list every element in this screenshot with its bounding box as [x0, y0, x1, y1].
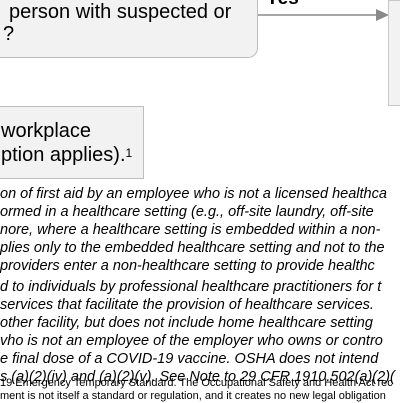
footnote-line: services that facilitate the provision o… — [0, 297, 374, 313]
flowchart-next-box — [388, 0, 400, 106]
footnote-line: plies only to the embedded healthcare se… — [0, 240, 385, 256]
footnote-line: ormed in a healthcare setting (e.g., off… — [0, 204, 374, 220]
result-text-line-2: ption applies).1 — [1, 144, 132, 166]
footnote-line: providers enter a non-healthcare setting… — [0, 258, 375, 274]
footnote-line: vho is not an employee of the employer w… — [0, 333, 383, 349]
footnote-line: nore, where a healthcare setting is embe… — [0, 222, 381, 238]
footnote-line: 19 Emergency Temporary Standard. The Occ… — [0, 377, 393, 389]
footnote-line: e final dose of a COVID-19 vaccine. OSHA… — [0, 351, 379, 367]
result-text-line-1: workplace — [1, 120, 92, 142]
footnote-marker: 1 — [125, 146, 133, 160]
question-text-line-2: ? — [3, 23, 15, 45]
yes-arrow-connector — [258, 9, 389, 21]
footnote-line: on of first aid by an employee who is no… — [0, 186, 387, 202]
footnote-block-2: d to individuals by professional healthc… — [0, 278, 400, 386]
flowchart-question-box: person with suspected or ? — [0, 0, 258, 58]
question-text-line-1: person with suspected or — [9, 1, 232, 23]
footnote-line: d to individuals by professional healthc… — [0, 279, 382, 295]
footnote-block-1: on of first aid by an employee who is no… — [0, 185, 400, 275]
footnote-block-3: 19 Emergency Temporary Standard. The Occ… — [0, 377, 400, 403]
footnote-line: ment is not itself a standard or regulat… — [0, 390, 386, 402]
flowchart-result-box: workplace ption applies).1 — [0, 106, 144, 179]
footnote-line: other facility, but does not include hom… — [0, 315, 373, 331]
result-text: ption applies). — [1, 144, 126, 166]
